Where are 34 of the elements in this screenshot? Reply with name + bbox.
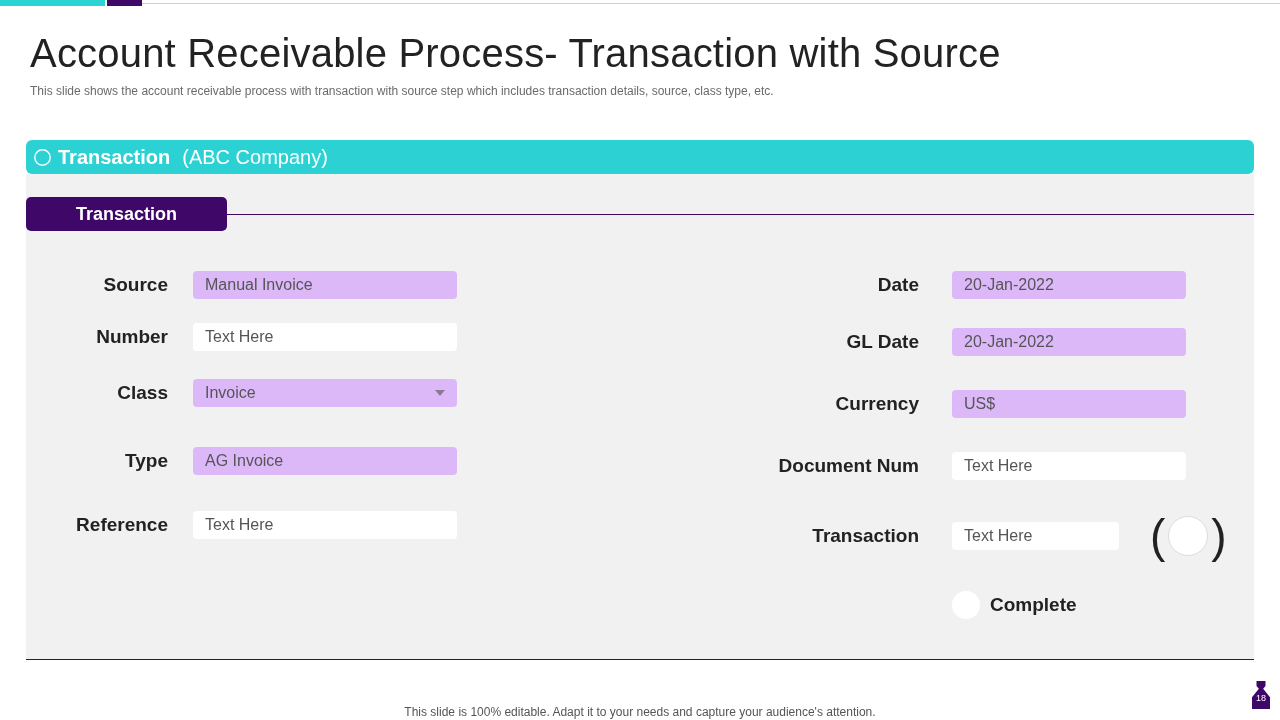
radio-label: Complete (990, 592, 1077, 617)
bracket: ) (1211, 512, 1227, 560)
input-field[interactable]: Text Here (193, 511, 457, 539)
accent-bar (107, 0, 142, 6)
radio-button[interactable] (1168, 516, 1209, 556)
section-label: Transaction (26, 197, 227, 231)
field-label: Number (95, 324, 168, 349)
input-field[interactable]: Text Here (952, 522, 1119, 550)
page-number: 18 (1252, 681, 1270, 709)
caret-icon (435, 390, 445, 396)
input-field[interactable]: Text Here (193, 323, 457, 351)
field-label: Document Num (777, 453, 919, 478)
slide-subtitle: This slide shows the account receivable process with transaction with source step which includes transaction details, source, class type, etc. (30, 84, 775, 98)
slide-title: Account Receivable Process- Transaction with Source (30, 30, 1002, 76)
field-label: Type (124, 448, 168, 473)
banner-title: Transaction (58, 145, 171, 170)
input-field[interactable]: Manual Invoice (193, 271, 457, 299)
footer-note: This slide is 100% editable. Adapt it to your needs and capture your audience's attention. (404, 704, 876, 720)
field-label: Reference (75, 512, 168, 537)
bracket: ( (1150, 512, 1166, 560)
input-field[interactable]: AG Invoice (193, 447, 457, 475)
company-name: (ABC Company) (182, 145, 328, 170)
input-field[interactable]: US$ (952, 390, 1186, 418)
dropdown-field[interactable]: Invoice (193, 379, 457, 407)
field-label: Transaction (811, 523, 919, 548)
input-field[interactable]: 20-Jan-2022 (952, 271, 1186, 299)
input-field[interactable]: Text Here (952, 452, 1186, 480)
field-label: Source (102, 272, 168, 297)
field-label: Class (116, 380, 168, 405)
input-field[interactable]: 20-Jan-2022 (952, 328, 1186, 356)
field-label: GL Date (845, 329, 919, 354)
field-label: Currency (834, 391, 919, 416)
field-label: Date (876, 272, 919, 297)
circle-icon (34, 148, 51, 166)
